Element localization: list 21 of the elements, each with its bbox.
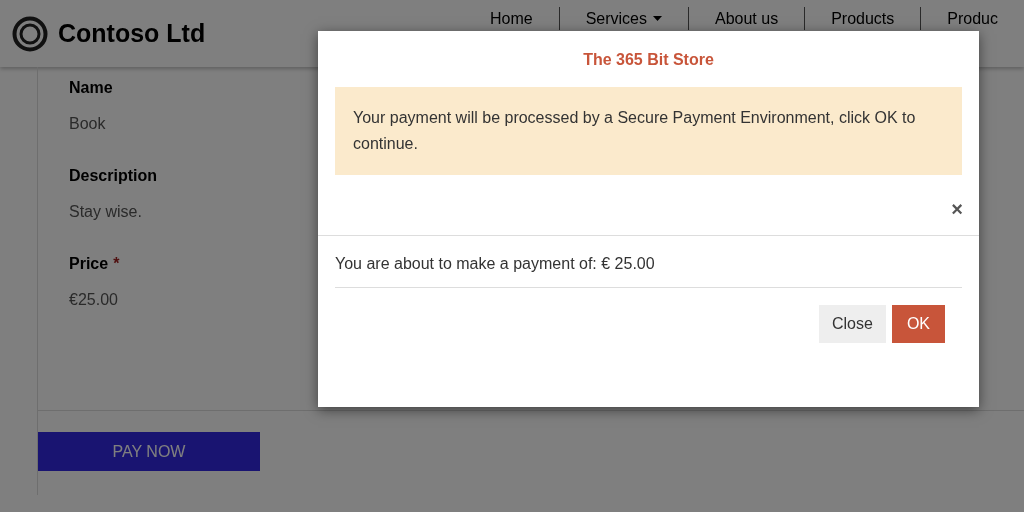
field-value: Stay wise. [69,203,142,221]
caret-icon [653,16,662,21]
alert-message: Your payment will be processed by a Secure Payment Environment, click OK to continue. [335,87,962,175]
field-label: Name [69,79,113,97]
field-label: Description [69,167,157,185]
nav-link[interactable]: Services [558,7,688,30]
brand-name: Contoso Ltd [58,19,206,48]
ok-button[interactable]: OK [891,305,945,343]
nav-link[interactable]: About us [688,7,805,30]
logo-icon [12,15,48,52]
nav-link[interactable]: Produc [920,7,1024,30]
field-value: Book [69,115,106,133]
required-marker: * [113,255,120,273]
close-button[interactable]: Close [818,305,886,343]
nav-link[interactable]: Products [804,7,921,30]
modal-title: The 365 Bit Store [582,51,715,69]
nav-link[interactable]: Home [474,7,559,30]
field-value: €25.00 [69,291,118,309]
pay-now-button[interactable]: PAY NOW [38,432,260,471]
field-label: Price [69,255,109,273]
payment-message: You are about to make a payment of: € 25.00 [335,255,962,288]
